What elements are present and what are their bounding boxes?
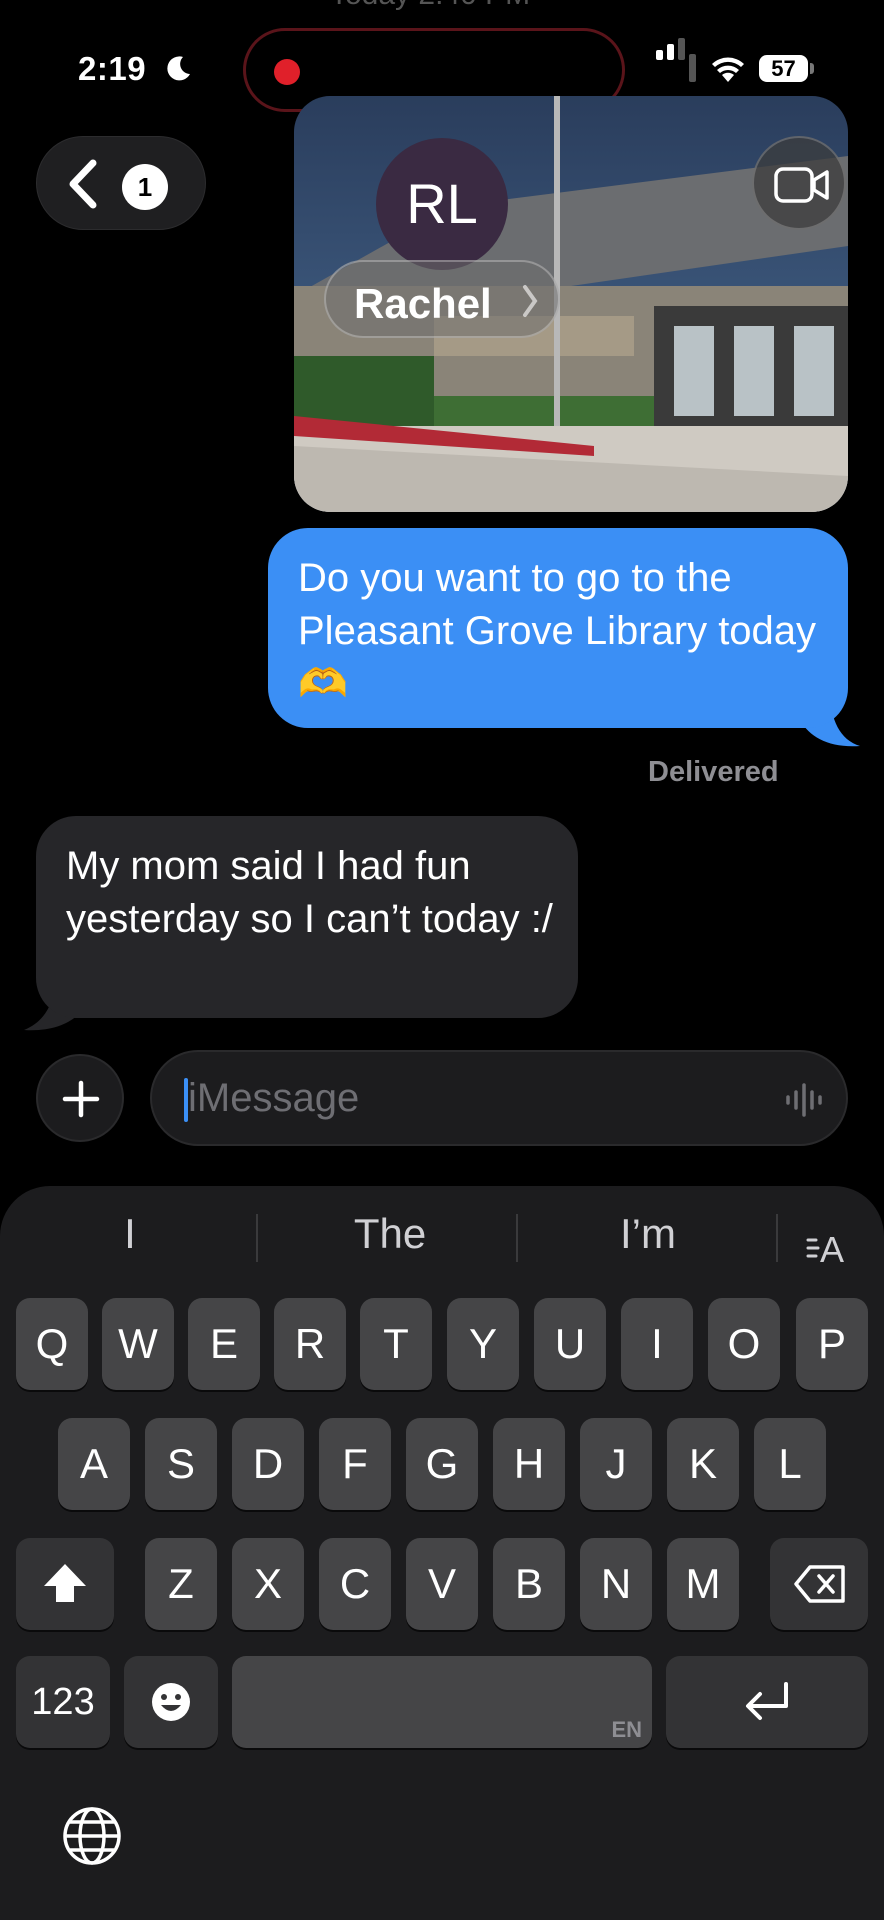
return-key[interactable] xyxy=(666,1656,868,1748)
key-q[interactable]: Q xyxy=(16,1298,88,1390)
key-z[interactable]: Z xyxy=(145,1538,217,1630)
status-time: 2:19 xyxy=(78,50,147,87)
key-d[interactable]: D xyxy=(232,1418,304,1510)
space-key[interactable]: EN xyxy=(232,1656,652,1748)
writing-tools-icon[interactable]: A xyxy=(806,1226,854,1266)
numbers-key[interactable]: 123 xyxy=(16,1656,110,1748)
key-l[interactable]: L xyxy=(754,1418,826,1510)
suggestion-divider xyxy=(776,1214,778,1262)
key-k[interactable]: K xyxy=(667,1418,739,1510)
key-c[interactable]: C xyxy=(319,1538,391,1630)
key-a[interactable]: A xyxy=(58,1418,130,1510)
emoji-icon xyxy=(152,1683,190,1721)
message-input[interactable]: iMessage xyxy=(150,1050,848,1146)
timestamp-header: Today 2:40 PM xyxy=(330,0,530,12)
incoming-message-text: My mom said I had fun yesterday so I can… xyxy=(66,844,553,941)
key-n[interactable]: N xyxy=(580,1538,652,1630)
recording-indicator xyxy=(274,59,300,85)
video-camera-icon xyxy=(774,167,829,203)
key-r[interactable]: R xyxy=(274,1298,346,1390)
emoji-key[interactable] xyxy=(124,1656,218,1748)
apps-plus-button[interactable] xyxy=(36,1054,124,1142)
wifi-icon xyxy=(712,57,744,82)
facetime-video-button[interactable] xyxy=(752,136,846,230)
shift-icon xyxy=(44,1564,86,1602)
suggestion-divider xyxy=(516,1214,518,1262)
key-w[interactable]: W xyxy=(102,1298,174,1390)
outgoing-message-text: Do you want to go to the Pleasant Grove … xyxy=(298,556,817,706)
key-g[interactable]: G xyxy=(406,1418,478,1510)
moon-icon xyxy=(167,56,190,81)
key-s[interactable]: S xyxy=(145,1418,217,1510)
audio-waveform-icon[interactable] xyxy=(784,1082,824,1118)
shift-key[interactable] xyxy=(16,1538,114,1630)
key-j[interactable]: J xyxy=(580,1418,652,1510)
key-f[interactable]: F xyxy=(319,1418,391,1510)
key-i[interactable]: I xyxy=(621,1298,693,1390)
suggestion-2[interactable]: The xyxy=(290,1210,490,1270)
delete-key[interactable] xyxy=(770,1538,868,1630)
message-placeholder: iMessage xyxy=(188,1076,360,1120)
svg-text:A: A xyxy=(820,1229,844,1266)
delivery-status: Delivered xyxy=(648,756,779,788)
contact-name-button[interactable]: Rachel xyxy=(324,260,560,338)
key-p[interactable]: P xyxy=(796,1298,868,1390)
key-v[interactable]: V xyxy=(406,1538,478,1630)
suggestion-1[interactable]: I xyxy=(30,1210,230,1270)
key-e[interactable]: E xyxy=(188,1298,260,1390)
suggestion-divider xyxy=(256,1214,258,1262)
globe-icon[interactable] xyxy=(60,1804,124,1868)
key-h[interactable]: H xyxy=(493,1418,565,1510)
chevron-right-icon xyxy=(523,285,538,317)
key-b[interactable]: B xyxy=(493,1538,565,1630)
battery-indicator: 57 xyxy=(759,55,808,82)
outgoing-message-bubble[interactable]: Do you want to go to the Pleasant Grove … xyxy=(268,528,848,728)
key-t[interactable]: T xyxy=(360,1298,432,1390)
contact-name: Rachel xyxy=(354,280,492,327)
chevron-left-icon xyxy=(69,159,97,209)
backspace-icon xyxy=(794,1565,845,1603)
plus-icon xyxy=(62,1080,100,1118)
key-x[interactable]: X xyxy=(232,1538,304,1630)
contact-avatar[interactable]: RL xyxy=(376,138,508,270)
suggestion-3[interactable]: I’m xyxy=(548,1210,748,1270)
keyboard-language: EN xyxy=(611,1717,642,1742)
return-icon xyxy=(746,1682,788,1720)
back-button[interactable] xyxy=(36,136,206,230)
battery-nub xyxy=(810,63,814,74)
key-m[interactable]: M xyxy=(667,1538,739,1630)
incoming-message-bubble[interactable]: My mom said I had fun yesterday so I can… xyxy=(36,816,578,1018)
key-y[interactable]: Y xyxy=(447,1298,519,1390)
key-o[interactable]: O xyxy=(708,1298,780,1390)
key-u[interactable]: U xyxy=(534,1298,606,1390)
unread-badge: 1 xyxy=(122,164,168,210)
